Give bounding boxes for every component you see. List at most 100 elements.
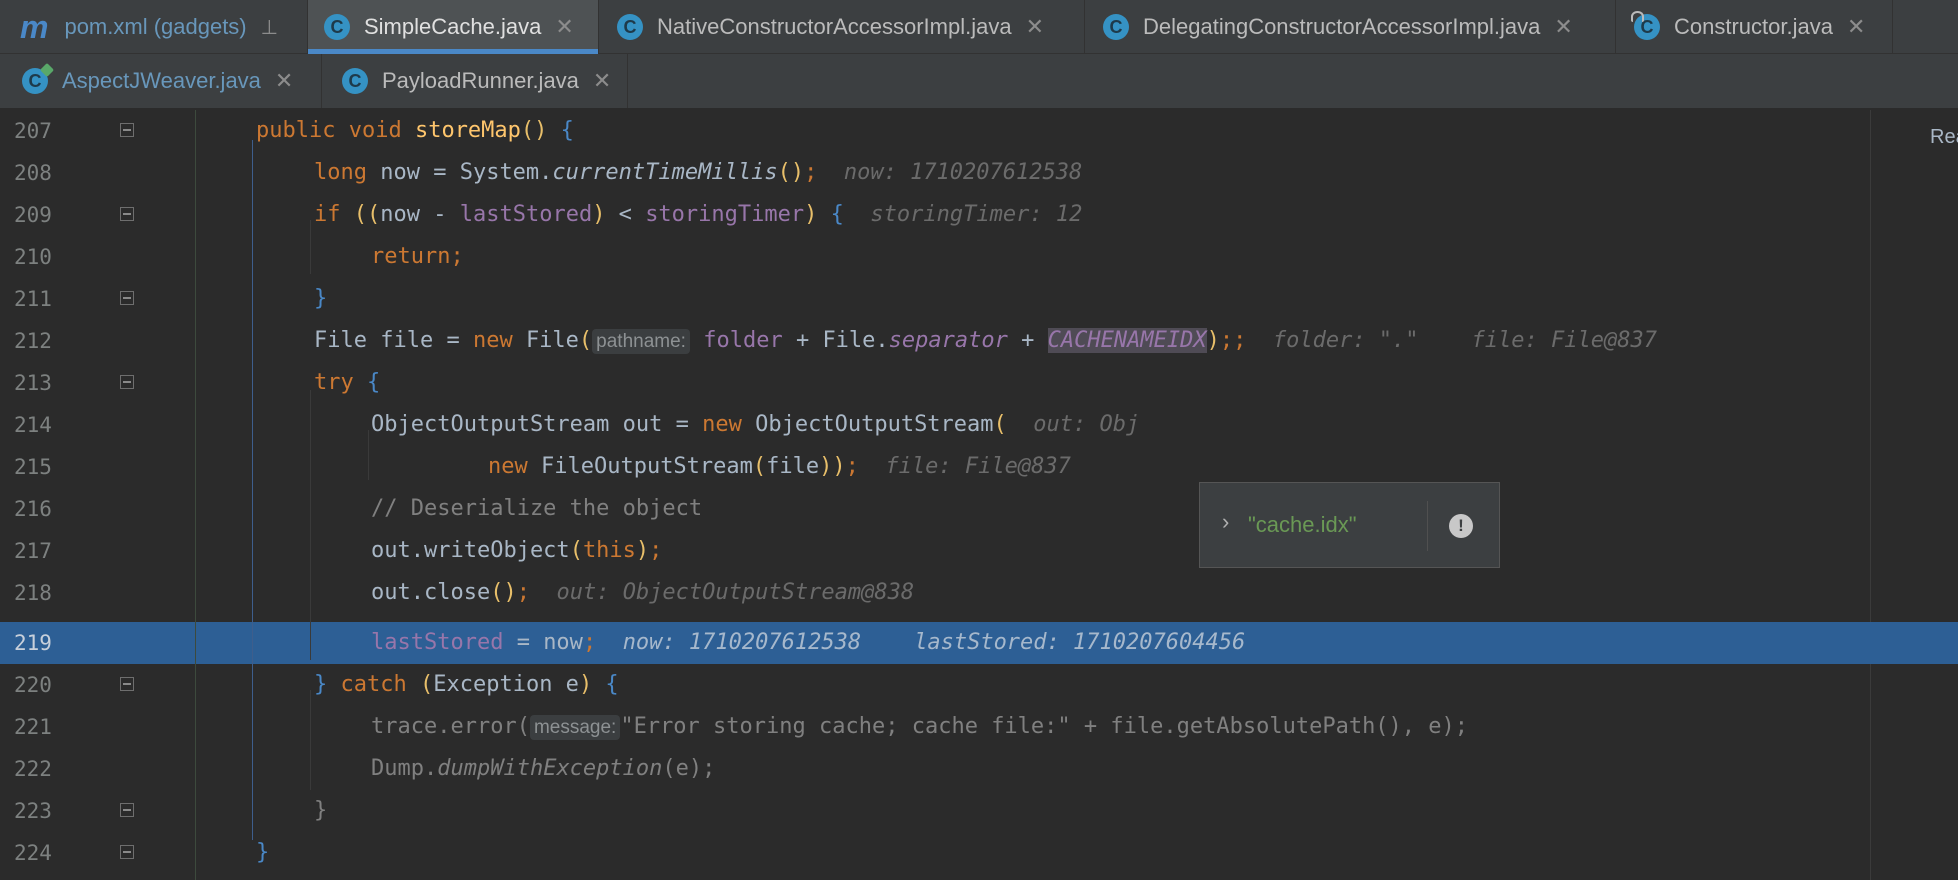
warning-icon[interactable]: ! <box>1449 514 1473 538</box>
code-line-222[interactable]: 222 Dump.dumpWithException(e); <box>0 748 1958 790</box>
code-line-207[interactable]: 207 public void storeMap() { <box>0 110 1958 152</box>
close-icon[interactable]: ✕ <box>275 68 293 94</box>
code-line-216[interactable]: 216 // Deserialize the object <box>0 488 1958 530</box>
inline-debug-value: file: File@837 <box>1471 328 1657 353</box>
fold-icon[interactable] <box>120 207 134 221</box>
code-line-217[interactable]: 217 out.writeObject(this); <box>0 530 1958 572</box>
tab-simplecache[interactable]: C SimpleCache.java ✕ <box>308 0 599 54</box>
indent-guide <box>368 430 369 480</box>
line-number: 223 <box>14 799 52 823</box>
parameter-hint: message: <box>529 715 621 740</box>
close-icon[interactable]: ✕ <box>1847 14 1865 40</box>
popup-value: "cache.idx" <box>1248 512 1357 537</box>
code-line-212[interactable]: 212 File file = new File(pathname: folde… <box>0 320 1958 362</box>
code-line-214[interactable]: 214 ObjectOutputStream out = new ObjectO… <box>0 404 1958 446</box>
fold-icon[interactable] <box>120 375 134 389</box>
indent-guide <box>310 390 311 660</box>
code-comment: // Deserialize the object <box>371 496 703 521</box>
chevron-right-icon[interactable]: › <box>1222 509 1229 535</box>
code-line-211[interactable]: 211 } <box>0 278 1958 320</box>
code-text: public void storeMap() { <box>256 118 574 143</box>
fold-icon[interactable] <box>120 803 134 817</box>
code-text: out.close(); out: ObjectOutputStream@838 <box>371 580 915 605</box>
code-text: out.writeObject(this); <box>371 538 663 563</box>
editor-tabs-row-1: m pom.xml (gadgets) ⊥ C SimpleCache.java… <box>0 0 1958 54</box>
code-text: } <box>314 286 328 311</box>
fold-icon[interactable] <box>120 677 134 691</box>
indent-guide <box>252 140 253 840</box>
java-class-locked-icon: C <box>1631 11 1660 40</box>
tab-label: Constructor.java <box>1674 14 1833 39</box>
line-number: 211 <box>14 287 52 311</box>
code-text: if ((now - lastStored) < storingTimer) {… <box>314 202 1083 227</box>
tab-constructor[interactable]: C Constructor.java ✕ <box>1616 0 1893 54</box>
line-number: 212 <box>14 329 52 353</box>
code-line-213[interactable]: 213 try { <box>0 362 1958 404</box>
line-number: 222 <box>14 757 52 781</box>
tab-label: DelegatingConstructorAccessorImpl.java <box>1143 14 1541 39</box>
java-class-icon: C <box>324 14 350 40</box>
close-icon[interactable]: ✕ <box>593 68 611 94</box>
java-runnable-class-icon: C <box>22 68 48 94</box>
tab-payloadrunner[interactable]: C PayloadRunner.java ✕ <box>322 54 628 108</box>
tab-pom-xml[interactable]: m pom.xml (gadgets) ⊥ <box>0 0 308 54</box>
inline-debug-value: out: Obj <box>1033 412 1140 437</box>
line-number: 217 <box>14 539 52 563</box>
code-line-220[interactable]: 220 } catch (Exception e) { <box>0 664 1958 706</box>
inline-debug-value: out: ObjectOutputStream@838 <box>556 580 915 605</box>
code-text: } <box>256 840 270 865</box>
code-line-219-current-execution[interactable]: 219 lastStored = now; now: 1710207612538… <box>0 622 1958 664</box>
tab-delegatingconstructoraccessorimpl[interactable]: C DelegatingConstructorAccessorImpl.java… <box>1085 0 1616 54</box>
code-text: new FileOutputStream(file)); file: File@… <box>488 454 1071 479</box>
code-line-224[interactable]: 224 } <box>0 832 1958 874</box>
indent-guide <box>195 110 196 880</box>
fold-icon[interactable] <box>120 845 134 859</box>
line-number: 209 <box>14 203 52 227</box>
code-text: // Deserialize the object <box>371 488 702 530</box>
java-class-icon: C <box>342 68 368 94</box>
code-text: lastStored = now; now: 1710207612538 las… <box>371 630 1246 655</box>
code-text: try { <box>314 370 381 395</box>
pin-icon[interactable]: ⊥ <box>261 15 278 40</box>
code-line-221[interactable]: 221 trace.error(message: "Error storing c… <box>0 706 1958 748</box>
line-number: 208 <box>14 161 52 185</box>
close-icon[interactable]: ✕ <box>555 14 573 40</box>
fold-icon[interactable] <box>120 291 134 305</box>
close-icon[interactable]: ✕ <box>1554 14 1572 40</box>
line-number: 218 <box>14 581 52 605</box>
line-number: 213 <box>14 371 52 395</box>
tab-label: NativeConstructorAccessorImpl.java <box>657 14 1012 39</box>
close-icon[interactable]: ✕ <box>1026 14 1044 40</box>
code-line-223[interactable]: 223 } <box>0 790 1958 832</box>
code-text: long now = System.currentTimeMillis(); n… <box>314 160 1083 185</box>
maven-icon: m <box>20 8 49 45</box>
java-class-icon: C <box>1103 14 1129 40</box>
inline-debug-value: now: 1710207612538 <box>622 630 862 655</box>
line-number: 215 <box>14 455 52 479</box>
editor-tabs-row-2: C AspectJWeaver.java ✕ C PayloadRunner.j… <box>0 54 1958 109</box>
code-line-218[interactable]: 218 out.close(); out: ObjectOutputStream… <box>0 572 1958 614</box>
code-line-215[interactable]: 215 new FileOutputStream(file)); file: F… <box>0 446 1958 488</box>
code-line-210[interactable]: 210 return; <box>0 236 1958 278</box>
line-number: 221 <box>14 715 52 739</box>
code-editor[interactable]: Rea 207 public void storeMap() { 208 lon… <box>0 110 1958 880</box>
tab-aspectjweaver[interactable]: C AspectJWeaver.java ✕ <box>0 54 322 108</box>
indent-guide <box>310 220 311 274</box>
inline-debug-value: file: File@837 <box>885 454 1071 479</box>
code-text: Dump.dumpWithException(e); <box>371 756 716 781</box>
code-text: return; <box>371 244 464 269</box>
code-line-209[interactable]: 209 if ((now - lastStored) < storingTime… <box>0 194 1958 236</box>
line-number: 207 <box>14 119 52 143</box>
code-text: } catch (Exception e) { <box>314 672 619 697</box>
popup-divider <box>1427 501 1428 551</box>
tab-nativeconstructoraccessorimpl[interactable]: C NativeConstructorAccessorImpl.java ✕ <box>599 0 1085 54</box>
inline-debug-value: lastStored: 1710207604456 <box>914 630 1246 655</box>
code-line-208[interactable]: 208 long now = System.currentTimeMillis(… <box>0 152 1958 194</box>
debug-value-popup[interactable]: › "cache.idx" ! <box>1199 482 1500 568</box>
tab-label: pom.xml (gadgets) <box>64 14 247 39</box>
fold-icon[interactable] <box>120 123 134 137</box>
inline-debug-value: folder: "." <box>1272 328 1419 353</box>
tab-label: PayloadRunner.java <box>382 68 579 93</box>
line-number: 220 <box>14 673 52 697</box>
code-text: ObjectOutputStream out = new ObjectOutpu… <box>371 412 1140 437</box>
